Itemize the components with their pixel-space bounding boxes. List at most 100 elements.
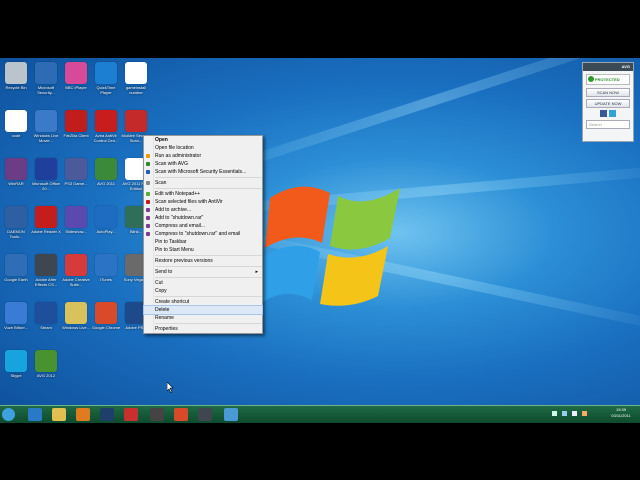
desktop-icon[interactable]: QuickTime Player bbox=[91, 62, 121, 95]
twitter-icon[interactable] bbox=[608, 110, 616, 117]
desktop[interactable]: Recycle Bin Microsoft Security... BBC iPla… bbox=[0, 58, 640, 422]
menu-item[interactable]: Add to "shutdown.rar" bbox=[144, 214, 262, 222]
tool-icon[interactable] bbox=[124, 408, 138, 421]
desktop-icon[interactable]: code bbox=[1, 110, 31, 138]
menu-item[interactable]: Run as administrator bbox=[144, 152, 262, 160]
desktop-icon[interactable]: Google Chrome bbox=[91, 302, 121, 330]
desktop-icon[interactable]: Recycle Bin bbox=[1, 62, 31, 90]
desktop-icon[interactable]: FileZilla Client bbox=[61, 110, 91, 138]
menu-separator bbox=[155, 188, 262, 189]
app-icon bbox=[35, 254, 57, 276]
desktop-icon[interactable]: AutoPlay... bbox=[91, 206, 121, 234]
menu-item-label: Properties bbox=[155, 326, 178, 332]
shield-icon bbox=[146, 154, 150, 158]
avg-search-input[interactable]: Search bbox=[586, 120, 630, 129]
menu-item[interactable]: Scan selected files with AntiVir bbox=[144, 198, 262, 206]
desktop-icon[interactable]: Avira AntiVir Control Cen... bbox=[91, 110, 121, 143]
menu-item[interactable]: Properties bbox=[144, 325, 262, 333]
menu-item[interactable]: Create shortcut bbox=[144, 298, 262, 306]
desktop-icon-label: AVG 2012 bbox=[36, 373, 56, 378]
menu-item[interactable]: Copy bbox=[144, 287, 262, 295]
menu-item[interactable]: Scan bbox=[144, 179, 262, 187]
menu-item-label: Add to archive... bbox=[155, 207, 192, 213]
menu-item[interactable]: Open bbox=[144, 136, 262, 144]
desktop-icon[interactable]: BBC iPlayer bbox=[61, 62, 91, 90]
update-now-button[interactable]: UPDATE NOW bbox=[586, 99, 630, 108]
menu-item-label: Scan with Microsoft Security Essentials.… bbox=[155, 169, 247, 175]
desktop-icon[interactable]: Microsoft Office 20... bbox=[31, 158, 61, 191]
desktop-icon[interactable]: Microsoft Security... bbox=[31, 62, 61, 95]
explorer-icon[interactable] bbox=[52, 408, 66, 421]
desktop-icon[interactable]: Skype bbox=[1, 350, 31, 378]
menu-item[interactable]: Compress and email... bbox=[144, 222, 262, 230]
tray-arrow-icon[interactable] bbox=[552, 411, 557, 416]
menu-separator bbox=[155, 296, 262, 297]
scan-now-button[interactable]: SCAN NOW bbox=[586, 88, 630, 97]
ae-icon[interactable] bbox=[198, 408, 212, 421]
menu-item[interactable]: Rename bbox=[144, 314, 262, 322]
menu-item[interactable]: Compress to "shutdown.rar" and email bbox=[144, 230, 262, 238]
menu-item-label: Scan bbox=[155, 180, 167, 186]
desktop-icon[interactable]: Windows Live... bbox=[61, 302, 91, 330]
desktop-icon[interactable]: AVG 2011 bbox=[91, 158, 121, 186]
start-button[interactable] bbox=[2, 408, 15, 421]
menu-item[interactable]: Cut bbox=[144, 279, 262, 287]
desktop-icon-label: Avira AntiVir Control Cen... bbox=[93, 133, 119, 143]
clock-date: 03/11/2011 bbox=[611, 413, 631, 418]
desktop-icon-label: QuickTime Player bbox=[96, 85, 116, 95]
settings-icon[interactable] bbox=[150, 408, 164, 421]
menu-item-label: Pin to Start Menu bbox=[155, 247, 194, 253]
app-icon bbox=[95, 254, 117, 276]
menu-item[interactable]: Pin to Start Menu bbox=[144, 246, 262, 254]
menu-item[interactable]: Delete bbox=[143, 305, 263, 315]
taskbar: 19:39 03/11/2011 bbox=[0, 405, 640, 423]
chrome-icon[interactable] bbox=[174, 408, 188, 421]
menu-item-label: Open bbox=[155, 137, 168, 143]
notepad-icon bbox=[146, 192, 150, 196]
steam-icon[interactable] bbox=[100, 408, 114, 421]
media-player-icon[interactable] bbox=[76, 408, 90, 421]
desktop-icon[interactable]: Slideshow... bbox=[61, 206, 91, 234]
desktop-icon[interactable]: PS3 Game... bbox=[61, 158, 91, 186]
menu-item[interactable]: Send to ▸ bbox=[144, 268, 262, 276]
menu-item[interactable]: Add to archive... bbox=[144, 206, 262, 214]
desktop-icon[interactable]: Windows Live Movie... bbox=[31, 110, 61, 143]
tray-network-icon[interactable] bbox=[562, 411, 567, 416]
network-icon[interactable] bbox=[224, 408, 238, 421]
tray-flag-icon[interactable] bbox=[582, 411, 587, 416]
clock[interactable]: 19:39 03/11/2011 bbox=[608, 407, 634, 419]
menu-item[interactable]: Restore previous versions bbox=[144, 257, 262, 265]
avg-icon bbox=[146, 162, 150, 166]
menu-item[interactable]: Pin to Taskbar bbox=[144, 238, 262, 246]
mse-icon bbox=[146, 170, 150, 174]
facebook-icon[interactable] bbox=[600, 110, 608, 117]
menu-item-label: Scan selected files with AntiVir bbox=[155, 199, 223, 205]
menu-item-label: Scan with AVG bbox=[155, 161, 188, 167]
desktop-icon[interactable]: Steam bbox=[31, 302, 61, 330]
menu-item[interactable]: Open file location bbox=[144, 144, 262, 152]
menu-item[interactable]: Edit with Notepad++ bbox=[144, 190, 262, 198]
rar-icon bbox=[146, 224, 150, 228]
desktop-icon[interactable]: Adobe Reader X bbox=[31, 206, 61, 234]
desktop-icon[interactable]: gameinstall number bbox=[121, 62, 151, 95]
desktop-icon[interactable]: Adobe Creative Suite... bbox=[61, 254, 91, 287]
rar-icon bbox=[146, 232, 150, 236]
desktop-icon[interactable]: iTunes bbox=[91, 254, 121, 282]
desktop-icon[interactable]: WinRAR bbox=[1, 158, 31, 186]
desktop-icon[interactable]: AVG 2012 bbox=[31, 350, 61, 378]
app-icon bbox=[5, 158, 27, 180]
ie-icon[interactable] bbox=[28, 408, 42, 421]
app-icon bbox=[35, 110, 57, 132]
tray-volume-icon[interactable] bbox=[572, 411, 577, 416]
desktop-icon-label: BBC iPlayer bbox=[65, 85, 87, 90]
app-icon bbox=[95, 62, 117, 84]
menu-item[interactable]: Scan with AVG bbox=[144, 160, 262, 168]
desktop-icon-label: Vuze Bittorr... bbox=[4, 325, 28, 330]
desktop-icon[interactable]: Vuze Bittorr... bbox=[1, 302, 31, 330]
desktop-icon[interactable]: DAEMON Tools... bbox=[1, 206, 31, 239]
desktop-icon[interactable]: Adobe After Effects CS... bbox=[31, 254, 61, 287]
desktop-icon[interactable]: Google Earth bbox=[1, 254, 31, 282]
desktop-icon-label: PS3 Game... bbox=[64, 181, 88, 186]
menu-item[interactable]: Scan with Microsoft Security Essentials.… bbox=[144, 168, 262, 176]
desktop-icon-label: code bbox=[11, 133, 21, 138]
